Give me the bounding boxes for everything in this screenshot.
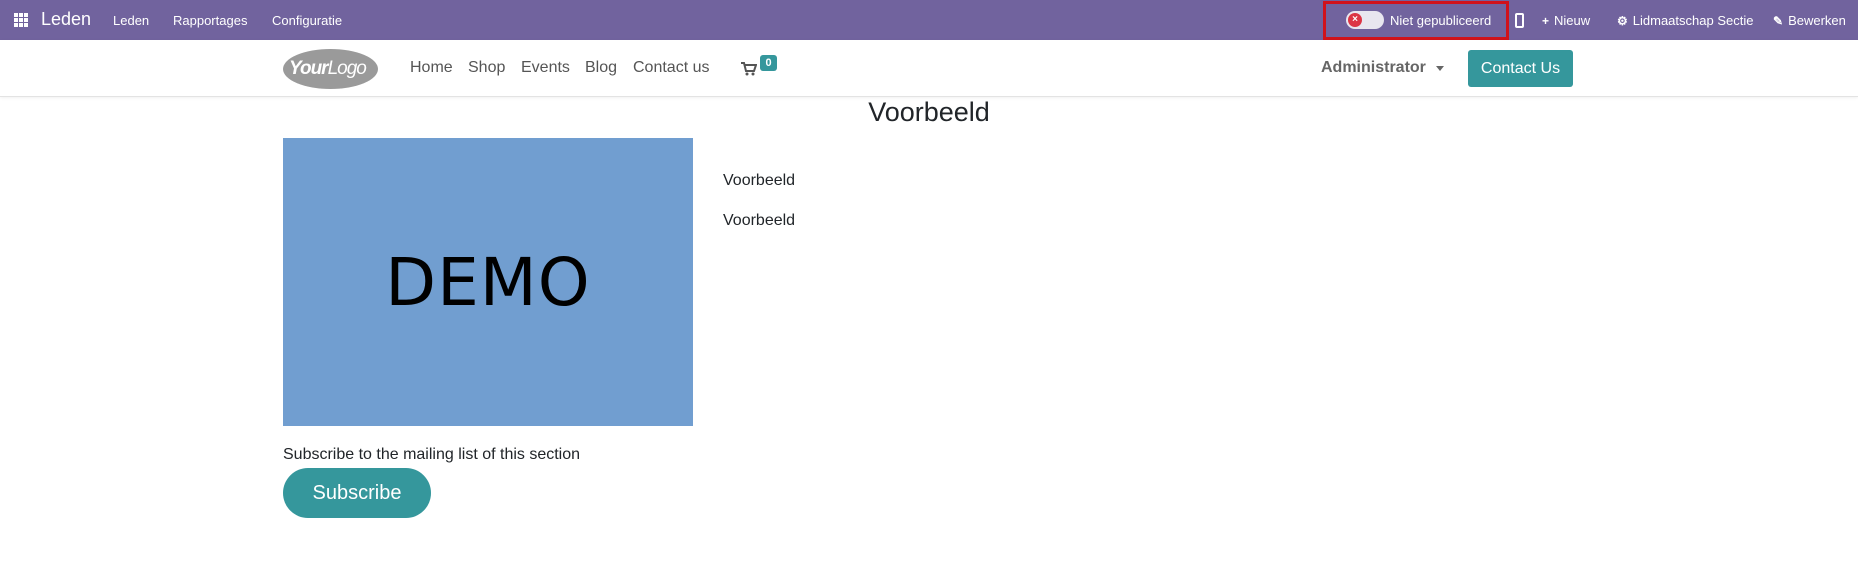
publish-status-label[interactable]: Niet gepubliceerd — [1390, 13, 1491, 28]
section-settings-button[interactable]: ⚙ Lidmaatschap Sectie — [1617, 13, 1753, 28]
new-button[interactable]: + Nieuw — [1542, 13, 1590, 28]
contact-us-button[interactable]: Contact Us — [1468, 50, 1573, 87]
menu-rapportages[interactable]: Rapportages — [173, 13, 247, 28]
pencil-icon: ✎ — [1773, 13, 1784, 28]
cart-count-badge: 0 — [760, 55, 777, 71]
cart-icon[interactable] — [741, 62, 757, 76]
new-button-label: Nieuw — [1554, 13, 1591, 28]
subscribe-button[interactable]: Subscribe — [283, 468, 431, 518]
menu-leden[interactable]: Leden — [113, 13, 149, 28]
nav-events[interactable]: Events — [521, 59, 570, 77]
demo-image-text: DEMO — [385, 243, 591, 321]
page-title: Voorbeeld — [868, 97, 990, 127]
user-menu-dropdown[interactable]: Administrator — [1321, 59, 1444, 77]
logo-bold-text: Your — [289, 58, 329, 79]
x-icon: × — [1348, 13, 1362, 27]
site-logo[interactable]: YourLogo — [283, 49, 378, 89]
user-menu-label: Administrator — [1321, 59, 1426, 76]
edit-button[interactable]: ✎ Bewerken — [1773, 13, 1846, 28]
admin-top-bar: Leden Leden Rapportages Configuratie × N… — [0, 0, 1858, 40]
subscribe-description: Subscribe to the mailing list of this se… — [283, 446, 581, 463]
logo-light-text: Logo — [327, 58, 367, 79]
nav-contact-us[interactable]: Contact us — [633, 59, 709, 77]
plus-icon: + — [1542, 13, 1550, 28]
menu-configuratie[interactable]: Configuratie — [272, 13, 342, 28]
demo-image: DEMO — [283, 138, 693, 426]
gear-icon: ⚙ — [1617, 13, 1628, 28]
edit-button-label: Bewerken — [1788, 13, 1846, 28]
publish-toggle[interactable]: × — [1346, 11, 1384, 29]
section-settings-label: Lidmaatschap Sectie — [1632, 13, 1754, 28]
content-paragraph-2: Voorbeeld — [723, 212, 796, 229]
caret-down-icon — [1435, 65, 1444, 71]
apps-grid-icon[interactable] — [14, 13, 28, 27]
app-name[interactable]: Leden — [41, 9, 91, 30]
content-paragraph-1: Voorbeeld — [723, 172, 796, 189]
site-header: YourLogo Home Shop Events Blog Contact u… — [0, 40, 1858, 97]
nav-blog[interactable]: Blog — [585, 59, 617, 77]
nav-shop[interactable]: Shop — [468, 59, 505, 77]
nav-home[interactable]: Home — [410, 59, 453, 77]
mobile-preview-icon[interactable] — [1515, 13, 1524, 28]
